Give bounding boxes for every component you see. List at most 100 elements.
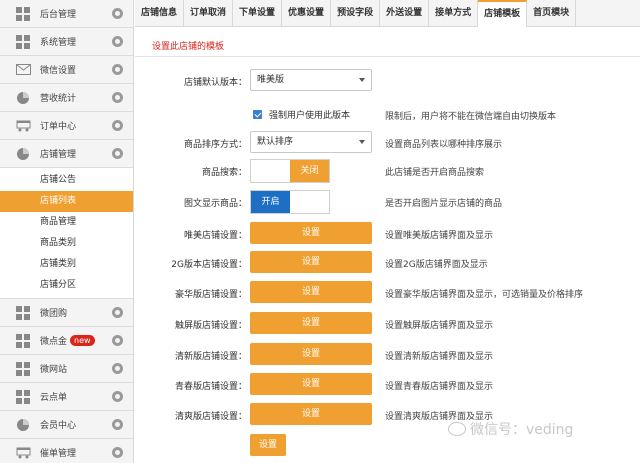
submenu-item-products[interactable]: 商品管理 [0, 212, 133, 233]
tab-store-template[interactable]: 店铺模板 [478, 0, 528, 27]
toggle-blank [251, 160, 290, 182]
watermark: 微信号：veding [448, 419, 573, 439]
menu-label: 微网站 [40, 365, 68, 375]
field-label: 清爽版店铺设置： [174, 412, 247, 422]
gear-icon[interactable] [112, 148, 123, 159]
field-description: 限制后，用户将不能在微信端自由切换版本 [385, 112, 557, 122]
clean-settings-button[interactable]: 设置 [250, 403, 372, 425]
menu-group-buy[interactable]: 微团购 [0, 299, 133, 327]
submenu-item-store-zone[interactable]: 店铺分区 [0, 275, 133, 296]
elegant-settings-button[interactable]: 设置 [250, 222, 372, 244]
menu-system[interactable]: 系统管理 [0, 28, 133, 56]
gear-icon[interactable] [112, 36, 123, 47]
gear-icon[interactable] [112, 419, 123, 430]
tab-discount-settings[interactable]: 优惠设置 [282, 0, 332, 27]
menu-label: 营收统计 [40, 94, 77, 104]
field-description: 设置2G版店铺界面及显示 [385, 260, 488, 270]
menu-backend[interactable]: 后台管理 [0, 0, 133, 28]
menu-label: 店铺管理 [40, 150, 77, 160]
menu-label: 云点单 [40, 393, 68, 403]
menu-members[interactable]: 会员中心 [0, 411, 133, 439]
save-button[interactable]: 设置 [250, 434, 286, 456]
gear-icon[interactable] [112, 92, 123, 103]
default-version-select[interactable]: 唯美版 [250, 69, 372, 91]
main-content: 设置此店铺的模板 店铺默认版本： 唯美版 强制用户使用此版本 限制后，用户将不能… [135, 28, 640, 463]
menu-label: 订单中心 [40, 122, 77, 132]
touch-settings-button[interactable]: 设置 [250, 312, 372, 334]
pie-chart-icon [15, 147, 31, 161]
tab-store-info[interactable]: 店铺信息 [135, 0, 185, 27]
store-submenu: 店铺公告 店铺列表 商品管理 商品类别 店铺类别 店铺分区 [0, 168, 133, 299]
gear-icon[interactable] [112, 120, 123, 131]
gear-icon[interactable] [112, 307, 123, 318]
submenu-item-store-list[interactable]: 店铺列表 [0, 191, 133, 212]
field-label: 商品搜索： [201, 168, 247, 178]
field-description: 设置豪华版店铺界面及显示，可选销量及价格排序 [385, 290, 584, 300]
gear-icon[interactable] [112, 64, 123, 75]
deluxe-settings-button[interactable]: 设置 [250, 281, 372, 303]
field-label: 商品排序方式： [183, 140, 247, 150]
menu-label: 系统管理 [40, 38, 77, 48]
tab-delivery-settings[interactable]: 外送设置 [380, 0, 430, 27]
gear-icon[interactable] [112, 8, 123, 19]
menu-store[interactable]: 店铺管理 [0, 140, 133, 168]
field-label: 青春版店铺设置： [174, 382, 247, 392]
menu-revenue[interactable]: 营收统计 [0, 84, 133, 112]
pie-chart-icon [15, 418, 31, 432]
grid-icon [15, 389, 31, 404]
field-label: 店铺默认版本： [183, 78, 247, 88]
field-description: 此店铺是否开启商品搜索 [385, 168, 485, 178]
tab-preset-fields[interactable]: 预设字段 [331, 0, 381, 27]
row-default-version: 店铺默认版本： 唯美版 [135, 69, 640, 93]
youth-settings-button[interactable]: 设置 [250, 373, 372, 395]
field-description: 是否开启图片显示店铺的商品 [385, 199, 503, 209]
sort-mode-select[interactable]: 默认排序 [250, 131, 372, 153]
menu-reminders[interactable]: 催单管理 [0, 439, 133, 463]
submenu-item-notice[interactable]: 店铺公告 [0, 170, 133, 191]
menu-label: 催单管理 [40, 449, 77, 459]
tab-home-module[interactable]: 首页模块 [527, 0, 577, 27]
cart-icon [15, 446, 31, 460]
menu-label: 微团购 [40, 309, 68, 319]
gear-icon[interactable] [112, 363, 123, 374]
wechat-icon [448, 422, 466, 436]
row-setting-fresh: 清新版店铺设置： 设置 设置清新版店铺界面及显示 [135, 343, 640, 367]
force-version-checkbox[interactable] [253, 110, 262, 119]
submenu-item-product-category[interactable]: 商品类别 [0, 233, 133, 254]
field-description: 设置商品列表以哪种排序展示 [385, 140, 503, 150]
menu-label: 微点金 [40, 337, 68, 347]
2g-settings-button[interactable]: 设置 [250, 251, 372, 273]
toggle-state: 开启 [251, 191, 290, 213]
row-setting-touch: 触屏版店铺设置： 设置 设置触屏版店铺界面及显示 [135, 312, 640, 336]
tab-order-cancel[interactable]: 订单取消 [184, 0, 234, 27]
menu-cloud-order[interactable]: 云点单 [0, 383, 133, 411]
menu-wechat[interactable]: 微信设置 [0, 56, 133, 84]
row-setting-youth: 青春版店铺设置： 设置 设置青春版店铺界面及显示 [135, 373, 640, 397]
menu-points[interactable]: 微点金 new [0, 327, 133, 355]
select-value: 唯美版 [257, 75, 285, 85]
row-setting-2g: 2G版本店铺设置： 设置 设置2G版店铺界面及显示 [135, 251, 640, 275]
chevron-down-icon [359, 140, 365, 144]
menu-orders[interactable]: 订单中心 [0, 112, 133, 140]
menu-microsite[interactable]: 微网站 [0, 355, 133, 383]
fresh-settings-button[interactable]: 设置 [250, 343, 372, 365]
field-description: 设置触屏版店铺界面及显示 [385, 321, 494, 331]
tab-accept-method[interactable]: 接单方式 [429, 0, 479, 27]
image-display-toggle[interactable]: 开启 [250, 190, 330, 214]
tab-order-settings[interactable]: 下单设置 [233, 0, 283, 27]
menu-label: 微信设置 [40, 66, 77, 76]
gear-icon[interactable] [112, 391, 123, 402]
field-label: 触屏版店铺设置： [174, 321, 247, 331]
sidebar: 后台管理 系统管理 微信设置 营收统计 订单中心 店铺管理 店铺公告 店铺列表 … [0, 0, 134, 463]
field-label: 清新版店铺设置： [174, 352, 247, 362]
force-version-option[interactable]: 强制用户使用此版本 [253, 108, 350, 121]
chevron-down-icon [359, 78, 365, 82]
gear-icon[interactable] [112, 335, 123, 346]
field-label: 豪华版店铺设置： [174, 290, 247, 300]
submenu-item-store-category[interactable]: 店铺类别 [0, 254, 133, 275]
checkbox-label: 强制用户使用此版本 [269, 111, 351, 121]
gear-icon[interactable] [112, 447, 123, 458]
product-search-toggle[interactable]: 关闭 [250, 159, 330, 183]
section-hint: 设置此店铺的模板 [152, 42, 225, 52]
grid-icon [15, 361, 31, 376]
